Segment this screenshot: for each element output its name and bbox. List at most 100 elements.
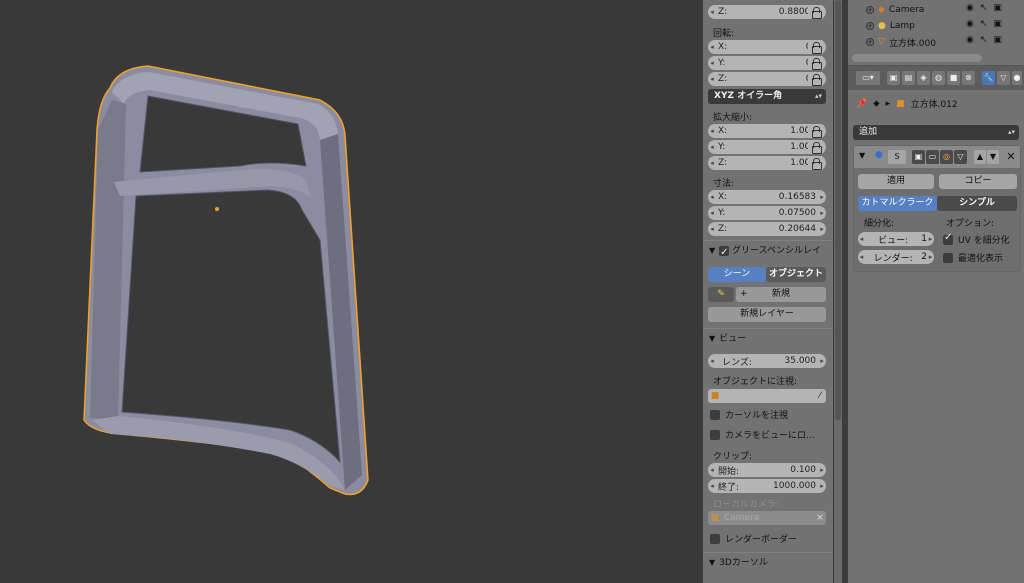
collapse-triangle-icon[interactable]: ▼ xyxy=(859,151,865,160)
lock-cursor-checkbox[interactable] xyxy=(710,409,720,420)
dimensions-x-field[interactable]: ◂ X: 0.16583 ▸ xyxy=(708,190,826,204)
camera-icon: ■ xyxy=(710,513,720,523)
pin-icon[interactable]: 📌 xyxy=(856,99,867,109)
eyedropper-icon[interactable]: ⁄ xyxy=(814,391,826,401)
cursor-icon: ↖ xyxy=(979,19,988,29)
chevron-right-icon: ▸ xyxy=(885,98,891,109)
editor-type-icon[interactable]: ▭▾ xyxy=(856,71,880,85)
expand-icon[interactable]: + xyxy=(866,22,874,30)
grease-pencil-scene-tab[interactable]: シーン xyxy=(708,267,766,282)
lock-rotation-y-icon[interactable] xyxy=(808,56,824,70)
layers-tab-icon[interactable]: ▤ xyxy=(902,71,915,85)
dimensions-z-field[interactable]: ◂ Z: 0.20644 ▸ xyxy=(708,222,826,236)
dimensions-y-field[interactable]: ◂ Y: 0.07500 ▸ xyxy=(708,206,826,220)
cage-icon[interactable]: ▽ xyxy=(954,150,967,164)
outliner-item-cube[interactable]: + ▽ 立方体.000 xyxy=(866,35,936,49)
rotation-mode-select[interactable]: XYZ オイラー角 ▴▾ xyxy=(708,89,826,104)
updown-icon: ▴▾ xyxy=(814,92,822,100)
grease-pencil-new-button[interactable]: + 新規 xyxy=(736,287,826,302)
3d-viewport[interactable] xyxy=(0,0,703,583)
realtime-icon[interactable]: ▭ xyxy=(926,150,939,164)
outliner-row-icons[interactable]: ◉ ↖ ▣ xyxy=(966,35,1002,45)
modifier-name-field[interactable]: S xyxy=(888,150,906,164)
move-up-icon[interactable]: ▲ xyxy=(974,150,986,164)
subdiv-render-field[interactable]: ◂ レンダー: 2 ▸ xyxy=(858,250,934,264)
lock-scale-z-icon[interactable] xyxy=(808,156,824,170)
collapse-triangle-icon: ▼ xyxy=(709,334,716,343)
render-icon: ▣ xyxy=(993,35,1002,45)
material-tab-icon[interactable]: ● xyxy=(1012,71,1022,85)
rotation-label: 回転: xyxy=(713,29,735,39)
outliner-item-camera[interactable]: + ◆ Camera xyxy=(866,3,924,17)
lock-scale-y-icon[interactable] xyxy=(808,140,824,154)
origin-point xyxy=(215,207,219,211)
clip-end-field[interactable]: ◂ 終了: 1000.000 ▸ xyxy=(708,479,826,493)
clear-icon[interactable]: × xyxy=(814,513,826,523)
render-tab-icon[interactable]: ▣ xyxy=(887,71,900,85)
uv-subdivide-row[interactable]: UV を細分化 xyxy=(943,232,1010,246)
object-tab-icon[interactable]: ■ xyxy=(947,71,960,85)
subdiv-view-field[interactable]: ◂ ビュー: 1 ▸ xyxy=(858,232,934,246)
lock-location-z-icon[interactable] xyxy=(808,5,824,19)
outliner-item-lamp[interactable]: + ● Lamp xyxy=(866,19,915,33)
editmode-icon[interactable]: ▣ xyxy=(912,150,925,164)
grease-pencil-object-tab[interactable]: オブジェクト xyxy=(766,267,826,282)
breadcrumb: 📌 ⬥ ▸ ■ 立方体.012 xyxy=(856,98,958,111)
outliner-scrollbar[interactable] xyxy=(852,54,982,62)
render-border-row[interactable]: レンダーボーダー xyxy=(710,532,797,545)
render-icon: ▣ xyxy=(993,3,1002,13)
lock-cursor-row[interactable]: カーソルを注視 xyxy=(710,408,788,421)
object-data-icon: ⬥ xyxy=(873,98,880,109)
lock-to-object-label: オブジェクトに注視: xyxy=(713,377,798,387)
lens-field[interactable]: ◂ レンズ: 35.000 ▸ xyxy=(708,354,826,368)
collapse-triangle-icon: ▼ xyxy=(709,246,716,255)
subdivisions-label: 細分化: xyxy=(864,219,895,229)
data-tab-icon[interactable]: ▽ xyxy=(997,71,1010,85)
outliner-row-icons[interactable]: ◉ ↖ ▣ xyxy=(966,19,1002,29)
mesh-object[interactable] xyxy=(0,0,703,583)
render-border-checkbox[interactable] xyxy=(710,533,720,544)
expand-icon[interactable]: + xyxy=(866,38,874,46)
scene-tab-icon[interactable]: ◈ xyxy=(917,71,930,85)
subsurf-icon: ● xyxy=(875,150,883,160)
optimal-display-checkbox[interactable] xyxy=(943,252,953,263)
eye-icon: ◉ xyxy=(966,35,974,45)
outliner-row-icons[interactable]: ◉ ↖ ▣ xyxy=(966,3,1002,13)
expand-icon[interactable]: + xyxy=(866,6,874,14)
mesh-icon: ▽ xyxy=(878,37,885,47)
lock-camera-checkbox[interactable] xyxy=(710,429,720,440)
lock-rotation-x-icon[interactable] xyxy=(808,40,824,54)
world-tab-icon[interactable]: ◍ xyxy=(932,71,945,85)
cursor-icon: ↖ xyxy=(979,35,988,45)
lock-to-object-field[interactable]: ■ ⁄ xyxy=(708,389,826,403)
uv-subdivide-checkbox[interactable] xyxy=(943,232,953,245)
new-layer-button[interactable]: 新規レイヤー xyxy=(708,307,826,322)
pencil-icon[interactable]: ✎ xyxy=(708,287,734,302)
optimal-display-row[interactable]: 最適化表示 xyxy=(943,251,1003,264)
local-camera-label: ローカルカメラ: xyxy=(713,500,779,510)
view-panel-header[interactable]: ▼ ビュー xyxy=(703,328,833,348)
apply-button[interactable]: 適用 xyxy=(858,174,934,189)
render-icon[interactable]: ◎ xyxy=(940,150,953,164)
cursor3d-panel-header[interactable]: ▼ 3Dカーソル xyxy=(703,552,833,572)
scale-label: 拡大縮小: xyxy=(713,113,753,123)
lock-camera-row[interactable]: カメラをビューにロ... xyxy=(710,428,815,441)
catmull-clark-toggle[interactable]: カトマルクラーク xyxy=(858,196,937,211)
lock-scale-x-icon[interactable] xyxy=(808,124,824,138)
clip-start-field[interactable]: ◂ 開始: 0.100 ▸ xyxy=(708,463,826,477)
cursor-icon: ↖ xyxy=(979,3,988,13)
close-icon[interactable]: ✕ xyxy=(1004,150,1018,164)
side-panel-scrollbar[interactable] xyxy=(834,0,842,583)
grease-pencil-checkbox[interactable] xyxy=(719,243,730,263)
simple-toggle[interactable]: シンプル xyxy=(937,196,1017,211)
modifiers-tab-icon[interactable]: 🔧 xyxy=(982,71,995,85)
lock-rotation-z-icon[interactable] xyxy=(808,72,824,86)
constraints-tab-icon[interactable]: ⊗ xyxy=(962,71,975,85)
grease-pencil-panel-header[interactable]: ▼ グリースペンシルレイ xyxy=(703,240,833,263)
local-camera-field[interactable]: ■ Camera × xyxy=(708,511,826,525)
eye-icon: ◉ xyxy=(966,19,974,29)
add-modifier-select[interactable]: 追加 ▴▾ xyxy=(853,125,1019,140)
camera-icon: ◆ xyxy=(878,5,885,15)
copy-button[interactable]: コピー xyxy=(939,174,1017,189)
move-down-icon[interactable]: ▼ xyxy=(987,150,999,164)
